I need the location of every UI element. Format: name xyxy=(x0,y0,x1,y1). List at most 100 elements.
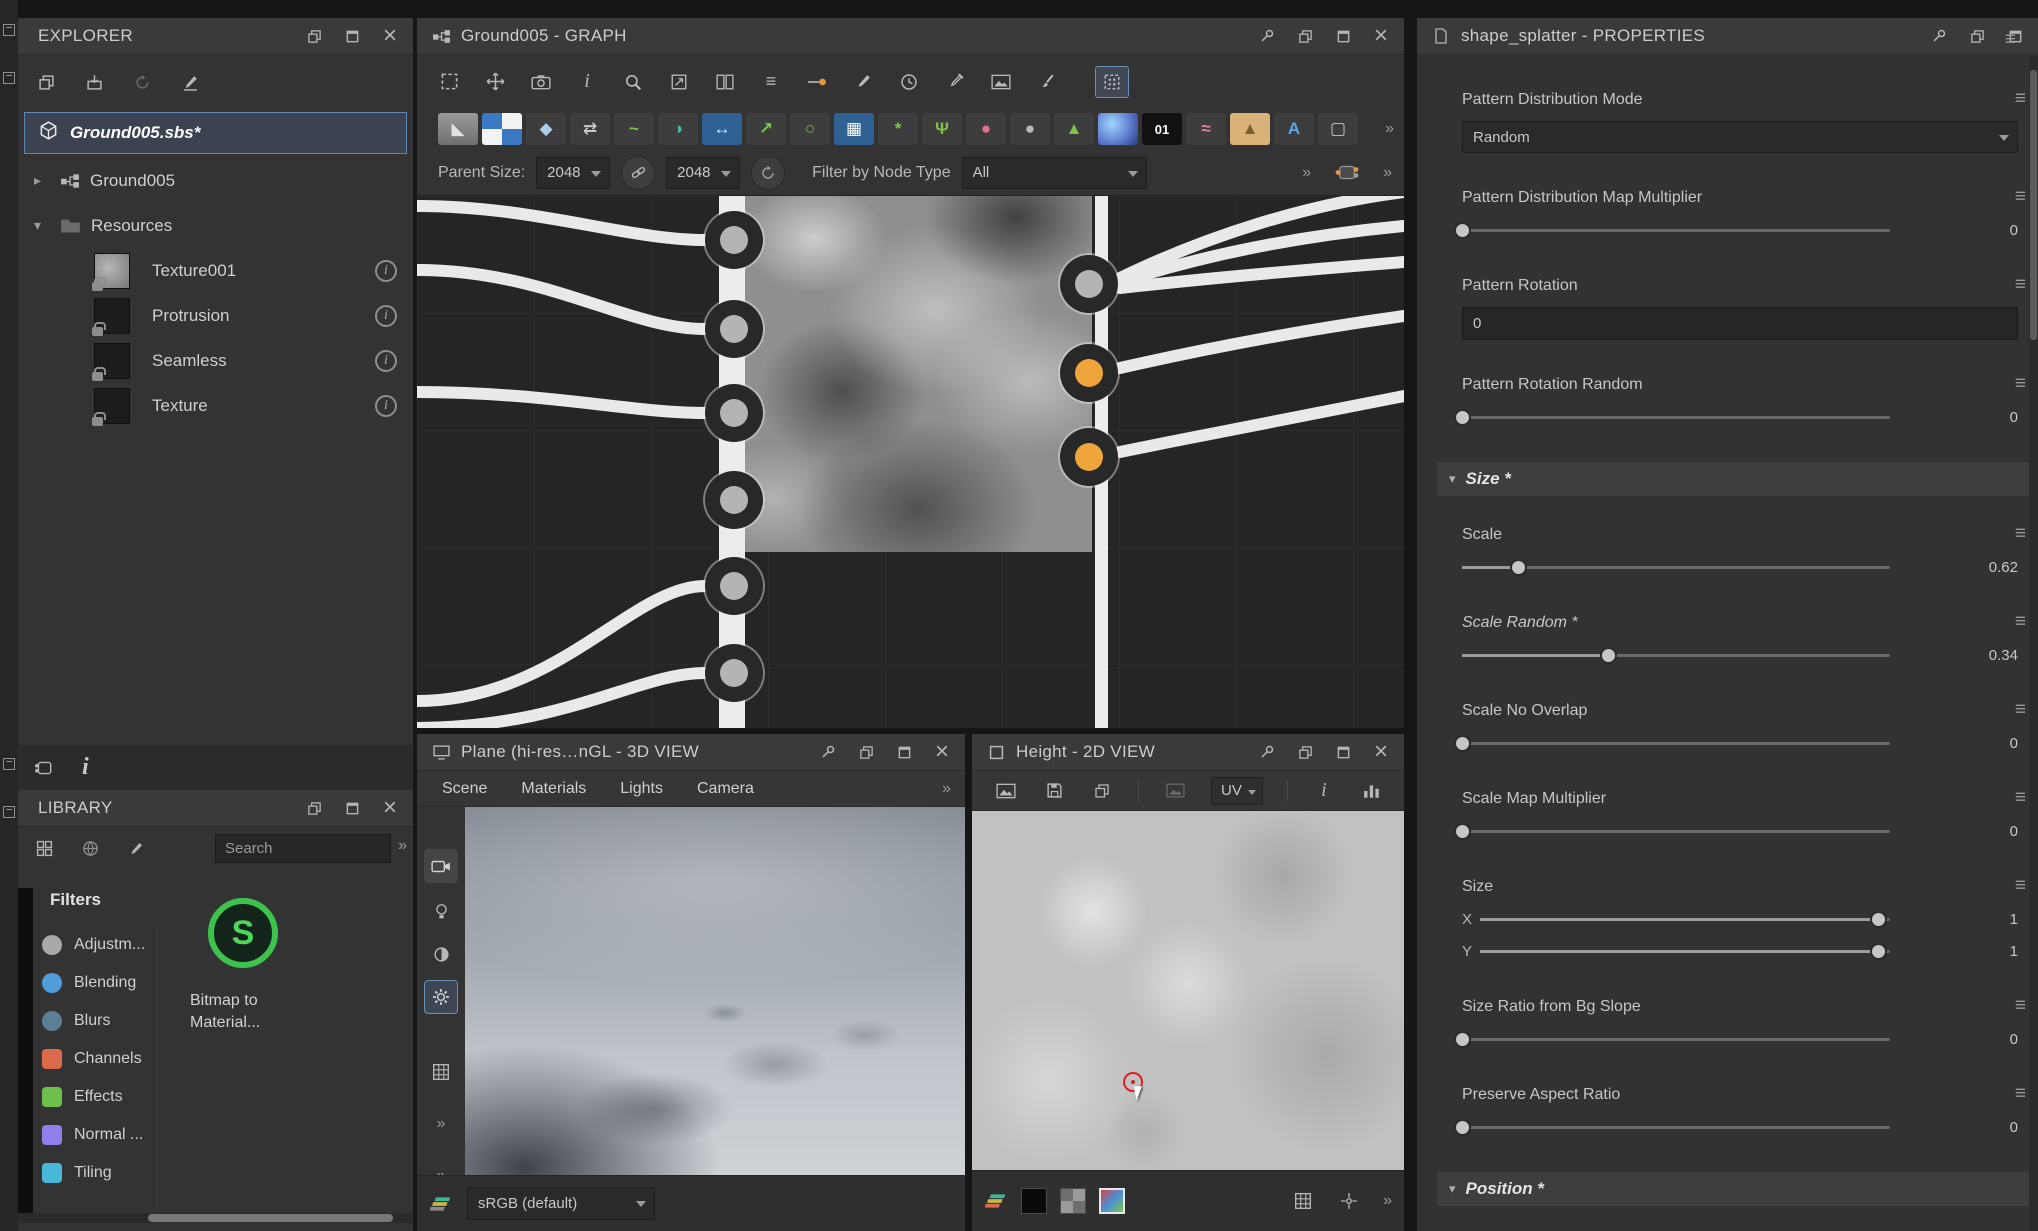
reset-size-button[interactable] xyxy=(751,156,785,190)
library-tab-icon[interactable] xyxy=(3,806,15,818)
rotation-input[interactable] xyxy=(1462,307,2018,340)
info-icon[interactable]: i xyxy=(1312,779,1336,803)
slider[interactable] xyxy=(1462,1126,1890,1129)
material-icon[interactable] xyxy=(424,937,458,971)
channels-layers-icon[interactable] xyxy=(984,1189,1008,1213)
input-connector[interactable] xyxy=(705,384,763,442)
node-icon-blend[interactable]: ◑ xyxy=(658,113,698,145)
slider-handle[interactable] xyxy=(1454,735,1471,752)
node-icon-curve[interactable]: ~ xyxy=(614,113,654,145)
param-menu-icon[interactable]: ≡ xyxy=(2015,89,2026,109)
floor-grid-icon[interactable] xyxy=(424,1055,458,1089)
paint-icon[interactable] xyxy=(1035,70,1059,94)
node-icon-transform[interactable]: ↔ xyxy=(702,113,742,145)
node-icon-pyramid[interactable]: ▲ xyxy=(1230,113,1270,145)
import-icon[interactable] xyxy=(82,71,106,95)
fit-view-icon[interactable] xyxy=(667,70,691,94)
slider[interactable] xyxy=(1462,654,1890,657)
zoom-icon[interactable] xyxy=(621,70,645,94)
input-connector[interactable] xyxy=(705,211,763,269)
node-icon-value[interactable]: 01 xyxy=(1142,113,1182,145)
param-menu-icon[interactable]: ≡ xyxy=(2015,524,2026,544)
slider-handle[interactable] xyxy=(1454,222,1471,239)
param-menu-icon[interactable]: ≡ xyxy=(2015,1084,2026,1104)
settings-gear-icon[interactable] xyxy=(424,980,458,1014)
param-menu-icon[interactable]: ≡ xyxy=(2015,187,2026,207)
node-icon-bitmap[interactable]: ◣ xyxy=(438,113,478,145)
maximize-icon[interactable] xyxy=(891,739,917,765)
param-menu-icon[interactable]: ≡ xyxy=(2015,700,2026,720)
node-icon-frame[interactable]: ▢ xyxy=(1318,113,1358,145)
node-icon-normal-sphere[interactable]: ● xyxy=(1010,113,1050,145)
slider-x[interactable] xyxy=(1480,918,1890,921)
export-image-icon[interactable] xyxy=(994,779,1018,803)
section-position[interactable]: ▾ Position * xyxy=(1437,1172,2038,1206)
overflow-icon[interactable]: » xyxy=(424,1107,458,1141)
output-connector-active[interactable] xyxy=(1060,344,1118,402)
node-icon-gradient-wave[interactable]: ≈ xyxy=(1186,113,1226,145)
slider-handle[interactable] xyxy=(1454,1119,1471,1136)
close-icon[interactable]: × xyxy=(377,795,403,821)
float-icon[interactable] xyxy=(301,23,327,49)
screenshot-icon[interactable] xyxy=(529,70,553,94)
tree-item-resources[interactable]: ▾ Resources xyxy=(18,203,413,248)
node-preview-icon[interactable] xyxy=(1335,161,1359,185)
colorspace-layers-icon[interactable] xyxy=(429,1192,453,1216)
graph-params-icon[interactable] xyxy=(32,756,56,780)
split-view-icon[interactable] xyxy=(713,70,737,94)
marquee-select-icon[interactable] xyxy=(437,70,461,94)
slider-handle[interactable] xyxy=(1510,559,1527,576)
resource-row[interactable]: Protrusioni xyxy=(18,293,413,338)
info-panel-icon[interactable]: i xyxy=(82,754,89,781)
search-input[interactable] xyxy=(215,834,391,863)
menu-camera[interactable]: Camera xyxy=(697,780,754,798)
overflow-icon[interactable]: » xyxy=(1302,164,1311,182)
parameters-tab-icon[interactable] xyxy=(3,758,15,770)
param-menu-icon[interactable]: ≡ xyxy=(2015,788,2026,808)
pin-icon[interactable] xyxy=(1254,739,1280,765)
node-icon-tile-sampler[interactable]: ▦ xyxy=(834,113,874,145)
resource-row[interactable]: Texturei xyxy=(18,383,413,428)
graph-canvas[interactable] xyxy=(417,196,1404,728)
param-menu-icon[interactable]: ≡ xyxy=(2015,612,2026,632)
overflow-icon[interactable]: » xyxy=(1385,120,1394,138)
copy-icon[interactable] xyxy=(1090,779,1114,803)
node-icon-vegetation[interactable]: Ψ xyxy=(922,113,962,145)
section-size[interactable]: ▾ Size * xyxy=(1437,462,2038,496)
input-connector[interactable] xyxy=(705,471,763,529)
close-icon[interactable]: × xyxy=(377,23,403,49)
scrollbar-thumb[interactable] xyxy=(148,1214,393,1222)
close-icon[interactable]: × xyxy=(1368,23,1394,49)
slider[interactable] xyxy=(1462,1038,1890,1041)
transform-handle-icon[interactable] xyxy=(1337,1189,1361,1213)
slider-handle[interactable] xyxy=(1454,409,1471,426)
node-icon-safe-transform[interactable]: ↗ xyxy=(746,113,786,145)
pin-icon[interactable] xyxy=(815,739,841,765)
edit-icon[interactable] xyxy=(124,837,148,861)
filter-item-blending[interactable]: Blending xyxy=(18,964,157,1002)
param-menu-icon[interactable]: ≡ xyxy=(2015,275,2026,295)
input-connector[interactable] xyxy=(705,557,763,615)
community-icon[interactable] xyxy=(78,837,102,861)
toolbar-tab-icon[interactable] xyxy=(3,72,15,84)
slider[interactable] xyxy=(1462,416,1890,419)
float-icon[interactable] xyxy=(1964,23,1990,49)
move-icon[interactable] xyxy=(483,70,507,94)
uv-mode-select[interactable]: UV xyxy=(1211,777,1263,805)
node-icon-uniform-checker[interactable] xyxy=(482,113,522,145)
dropper-icon[interactable] xyxy=(943,70,967,94)
light-icon[interactable] xyxy=(424,894,458,928)
slider-handle[interactable] xyxy=(1870,911,1887,928)
menu-materials[interactable]: Materials xyxy=(521,780,586,798)
node-icon-text[interactable]: A xyxy=(1274,113,1314,145)
overflow-icon[interactable]: » xyxy=(398,837,407,855)
category-icon[interactable] xyxy=(32,837,56,861)
overflow-icon[interactable]: » xyxy=(1383,1192,1392,1210)
node-icon-height[interactable]: ▲ xyxy=(1054,113,1094,145)
float-icon[interactable] xyxy=(1292,23,1318,49)
info-icon[interactable]: i xyxy=(375,395,397,417)
timer-icon[interactable] xyxy=(897,70,921,94)
background-checker-swatch[interactable] xyxy=(1060,1188,1086,1214)
explorer-tab-icon[interactable] xyxy=(3,24,15,36)
node-thumbnail-red[interactable] xyxy=(745,552,1092,728)
